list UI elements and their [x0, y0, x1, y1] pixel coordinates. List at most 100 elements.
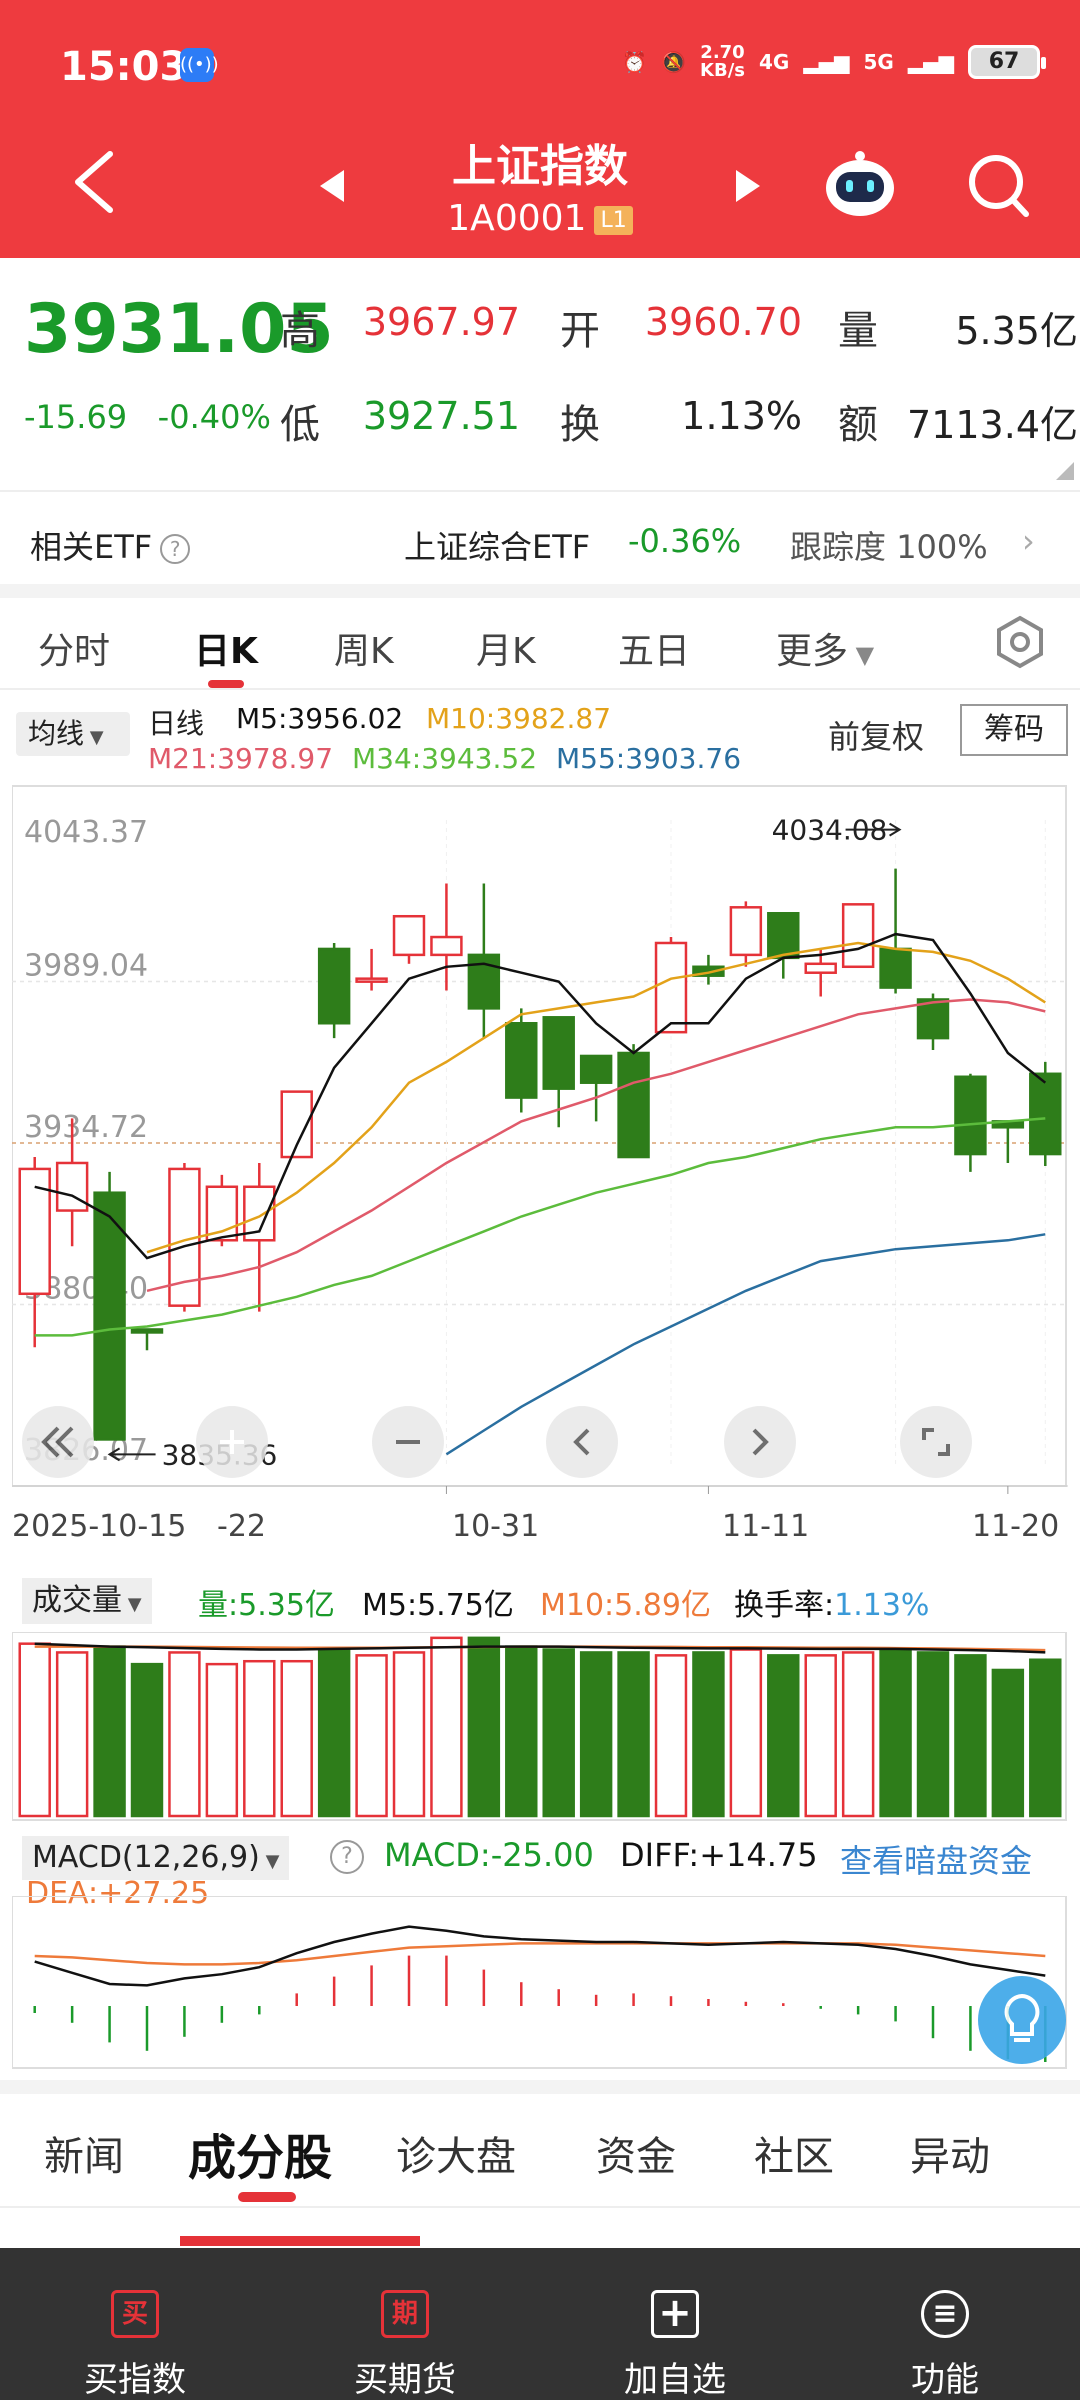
adjust-mode[interactable]: 前复权 — [828, 712, 924, 758]
candle-body — [317, 947, 351, 1025]
add-watchlist-button[interactable]: + 加自选 — [540, 2248, 810, 2400]
tab-community[interactable]: 社区 — [754, 2124, 834, 2182]
tab-intraday[interactable]: 分时 — [38, 622, 110, 674]
candle-body — [879, 947, 912, 989]
tab-news[interactable]: 新闻 — [44, 2124, 124, 2182]
volume-bar — [168, 1651, 201, 1818]
fullscreen-button[interactable] — [900, 1406, 972, 1478]
ma5-value: M5:3956.02 — [236, 702, 404, 735]
plus-icon — [220, 1430, 244, 1454]
macd-selector[interactable]: MACD(12,26,9) ▼ — [22, 1836, 290, 1880]
net-speed-unit: KB/s — [700, 60, 745, 81]
stock-code-text: 1A0001 — [447, 198, 587, 239]
tab-diagnosis[interactable]: 诊大盘 — [396, 2124, 516, 2182]
scroll-right-button[interactable] — [724, 1406, 796, 1478]
rewind-button[interactable] — [22, 1406, 94, 1478]
chevron-right-icon — [752, 1428, 769, 1456]
tab-funds[interactable]: 资金 — [596, 2124, 676, 2182]
volume-bar — [804, 1654, 837, 1818]
scroll-left-button[interactable] — [546, 1406, 618, 1478]
ma-selector[interactable]: 均线 ▼ — [16, 712, 130, 756]
lightbulb-button[interactable] — [978, 1976, 1066, 2064]
volume-indicator-bar: 成交量 ▼ 量:5.35亿 M5:5.75亿 M10:5.89亿 换手率:1.1… — [0, 1566, 1080, 1636]
help-icon[interactable]: ? — [160, 534, 191, 564]
tracking-value: 100% — [896, 528, 988, 566]
back-arrow-icon[interactable] — [70, 150, 116, 214]
volume-label: 量 — [838, 308, 878, 354]
volume-bar — [430, 1636, 463, 1818]
candle-body — [654, 941, 688, 1034]
tab-alerts[interactable]: 异动 — [910, 2124, 990, 2182]
buy-icon: 买 — [111, 2290, 159, 2338]
functions-button[interactable]: ≡ 功能 — [810, 2248, 1080, 2400]
turnover-value: 1.13% — [681, 394, 802, 438]
zoom-in-button[interactable] — [196, 1406, 268, 1478]
volume-bar — [243, 1659, 276, 1818]
change-pct: -0.40% — [157, 398, 271, 436]
zoom-out-button[interactable] — [372, 1406, 444, 1478]
add-watchlist-label: 加自选 — [624, 2360, 726, 2400]
buy-index-button[interactable]: 买买指数 — [0, 2248, 270, 2400]
divider — [0, 2206, 1080, 2208]
futures-icon: 期 — [381, 2290, 429, 2338]
robot-assistant-icon[interactable] — [822, 150, 898, 220]
settings-hexagon-icon[interactable] — [992, 614, 1048, 670]
macd-chart[interactable] — [12, 1896, 1068, 2070]
y-tick-label: 3989.04 — [24, 949, 148, 984]
volume-bar — [654, 1654, 688, 1818]
ma21-value: M21:3978.97 — [148, 742, 334, 775]
volume-bar — [692, 1651, 725, 1818]
candle-body — [767, 912, 800, 960]
chevron-left-icon — [573, 1428, 590, 1456]
status-bar: 15:03 ((•)) ⏰ 🔕 2.70 KB/s 4G ▂▄▆ 5G ▂▄▆ 6… — [0, 0, 1080, 130]
chevron-right-icon[interactable]: › — [1022, 522, 1035, 560]
page-title: 上证指数 — [452, 141, 628, 192]
signal-4g: 4G — [759, 50, 790, 74]
volume-bar — [317, 1648, 351, 1818]
x-tick-label: 11-20 — [972, 1509, 1059, 1544]
turnover-rate: 换手率:1.13% — [734, 1580, 929, 1624]
candle-body — [804, 962, 837, 974]
diff-value: DIFF:+14.75 — [620, 1836, 818, 1874]
y-tick-label: 3934.72 — [24, 1110, 148, 1145]
tab-monthly-k[interactable]: 月K — [476, 622, 536, 674]
tab-daily-k[interactable]: 日K — [194, 622, 258, 674]
volume-selector[interactable]: 成交量 ▼ — [22, 1578, 152, 1624]
volume-value: 5.35亿 — [955, 309, 1078, 353]
net-speed: 2.70 KB/s — [700, 44, 745, 80]
signal-bars-icon-2: ▂▄▆ — [907, 50, 954, 74]
volume-bar — [542, 1648, 575, 1818]
search-icon[interactable] — [966, 152, 1030, 218]
chip-button[interactable]: 筹码 — [960, 704, 1068, 756]
candle-body — [841, 903, 875, 969]
active-tab-indicator — [238, 2192, 296, 2202]
mute-icon: 🔕 — [661, 50, 687, 74]
status-time: 15:03 — [60, 44, 188, 90]
content-indicator — [180, 2236, 420, 2246]
related-etf-row[interactable]: 相关ETF? 上证综合ETF -0.36% 跟踪度 100% › — [0, 490, 1080, 584]
candle-body — [430, 935, 463, 957]
amount-value: 7113.4亿 — [907, 403, 1078, 447]
x-tick-label: -22 — [217, 1509, 266, 1544]
volume-bar — [879, 1648, 912, 1818]
alarm-icon: ⏰ — [622, 50, 648, 74]
candle-body — [130, 1328, 164, 1334]
volume-ma5: M5:5.75亿 — [362, 1588, 514, 1623]
volume-ma10: M10:5.89亿 — [540, 1588, 711, 1623]
tab-five-day[interactable]: 五日 — [618, 622, 690, 674]
dark-pool-link[interactable]: 查看暗盘资金 — [840, 1836, 1032, 1882]
tab-constituents[interactable]: 成分股 — [188, 2118, 332, 2188]
high-value: 3967.97 — [362, 300, 520, 344]
minus-icon — [396, 1440, 420, 1444]
tab-more[interactable]: 更多 ▼ — [776, 622, 874, 674]
expand-corner-icon[interactable] — [1052, 462, 1074, 480]
tab-weekly-k[interactable]: 周K — [334, 622, 394, 674]
next-stock-icon[interactable] — [734, 168, 762, 204]
app-header: 15:03 ((•)) ⏰ 🔕 2.70 KB/s 4G ▂▄▆ 5G ▂▄▆ 6… — [0, 0, 1080, 258]
help-icon[interactable]: ? — [330, 1840, 364, 1874]
battery-indicator: 67 — [968, 45, 1046, 79]
chart-frame — [12, 785, 1067, 1487]
turnover-label: 换 — [560, 402, 600, 448]
volume-chart[interactable] — [12, 1632, 1068, 1822]
buy-futures-button[interactable]: 期买期货 — [270, 2248, 540, 2400]
